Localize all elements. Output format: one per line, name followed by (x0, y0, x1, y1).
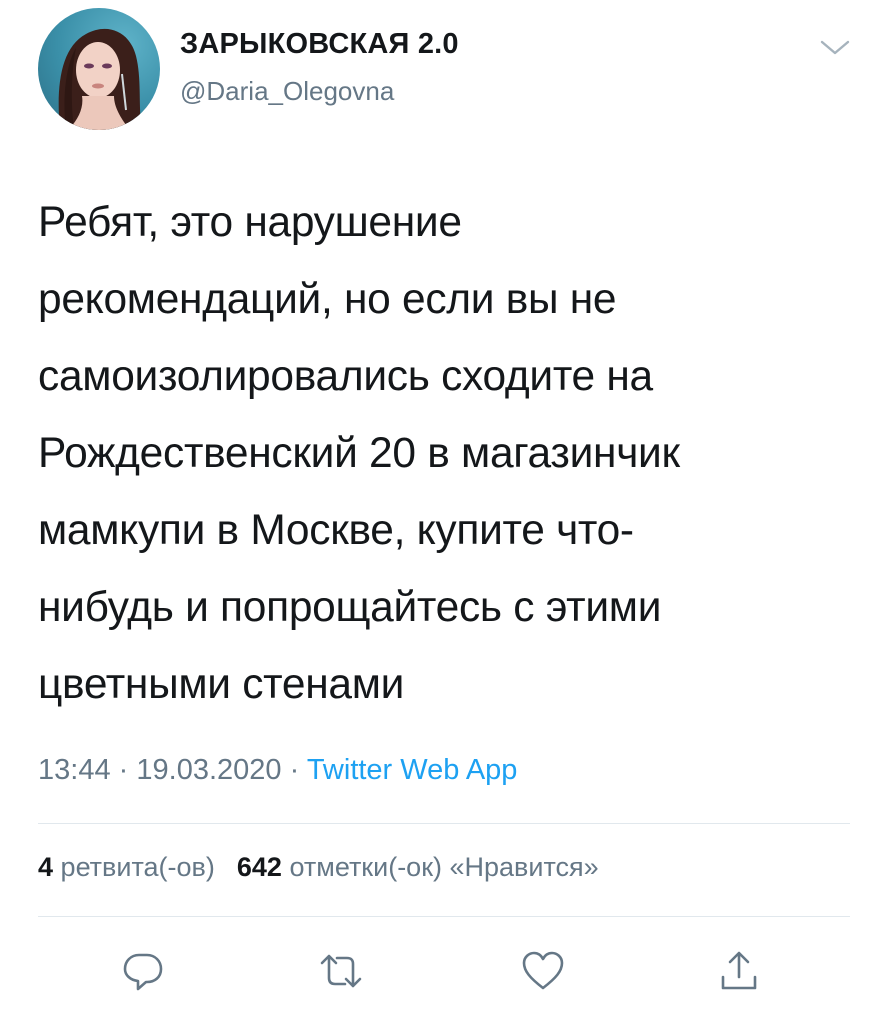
tweet-detail: ЗАРЫКОВСКАЯ 2.0 @Daria_Olegovna Ребят, э… (0, 0, 888, 1024)
avatar-photo-icon (58, 28, 143, 130)
tweet-text-line: Ребят, это нарушение (38, 199, 462, 246)
tweet-text-line: самоизолировались сходите на (38, 353, 653, 400)
reply-icon[interactable] (120, 948, 166, 994)
likes-count: 642 (236, 852, 282, 882)
tweet-meta: 13:44 · 19.03.2020 · Twitter Web App (38, 754, 517, 787)
action-bar (0, 948, 888, 994)
divider (38, 823, 850, 824)
retweets-count: 4 (38, 852, 54, 882)
like-icon[interactable] (520, 948, 566, 994)
avatar[interactable] (38, 8, 160, 130)
likes-stat[interactable]: 642 отметки(-ок) «Нравится» (237, 852, 599, 882)
tweet-text-line: рекомендаций, но если вы не (38, 276, 617, 323)
tweet-time: 13:44 (38, 754, 111, 786)
tweet-text: Ребят, это нарушение рекомендаций, но ес… (38, 184, 868, 723)
author-name[interactable]: ЗАРЫКОВСКАЯ 2.0 (180, 28, 459, 61)
tweet-text-line: цветными стенами (38, 661, 405, 708)
tweet-text-line: мамкупи в Москве, купите что- (38, 507, 634, 554)
retweets-stat[interactable]: 4 ретвита(-ов) (38, 852, 215, 882)
meta-separator: · (289, 754, 300, 786)
retweet-icon[interactable] (318, 948, 364, 994)
chevron-down-icon[interactable] (818, 36, 852, 58)
likes-label: отметки(-ок) «Нравится» (289, 852, 599, 882)
share-icon[interactable] (716, 948, 762, 994)
retweets-label: ретвита(-ов) (60, 852, 215, 882)
tweet-stats: 4 ретвита(-ов) 642 отметки(-ок) «Нравится… (38, 852, 599, 883)
tweet-date[interactable]: 19.03.2020 (136, 754, 281, 786)
tweet-text-line: Рождественский 20 в магазинчик (38, 430, 680, 477)
tweet-source-link[interactable]: Twitter Web App (307, 754, 518, 786)
divider (38, 916, 850, 917)
tweet-text-line: нибудь и попрощайтесь с этими (38, 584, 662, 631)
meta-separator: · (118, 754, 129, 786)
author-handle[interactable]: @Daria_Olegovna (180, 76, 394, 107)
